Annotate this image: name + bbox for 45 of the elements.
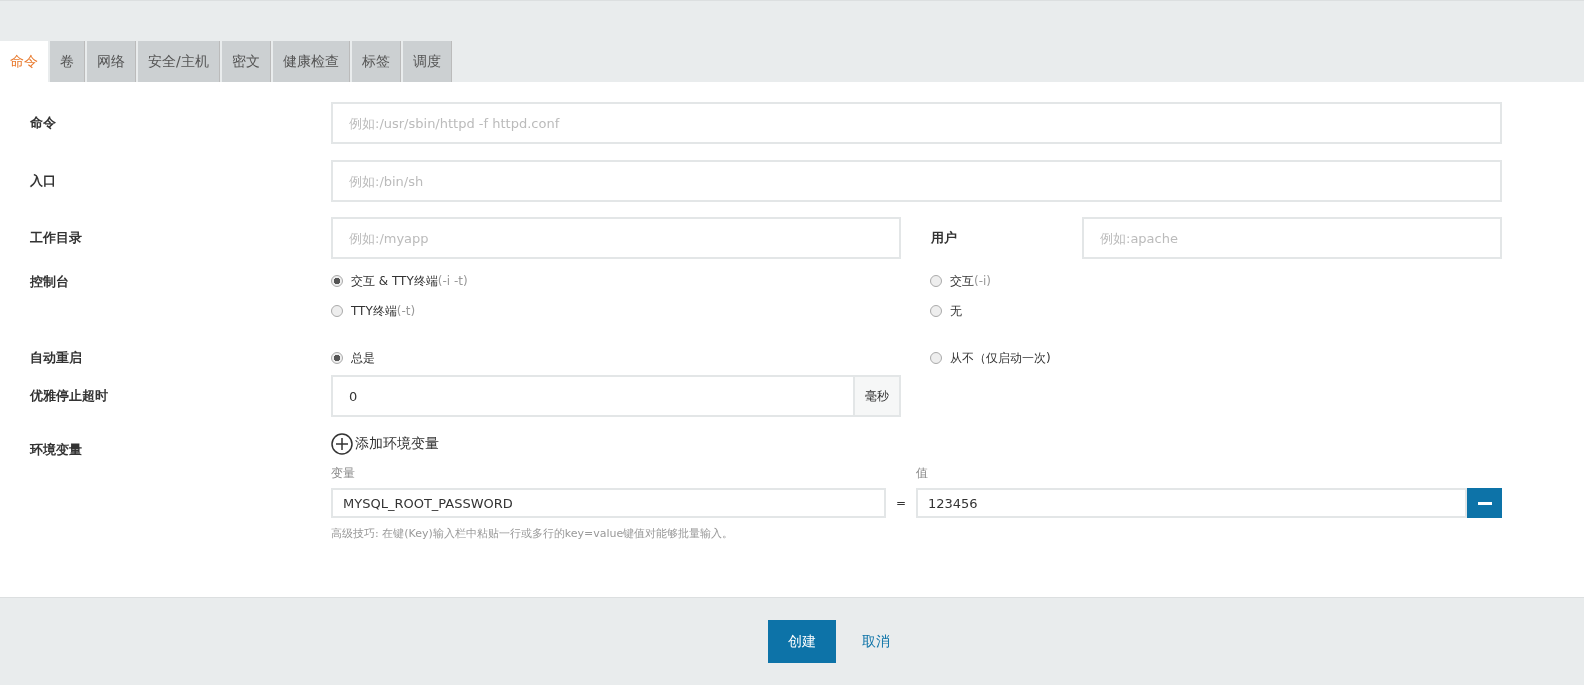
- radio-button[interactable]: [331, 305, 343, 317]
- field-label: 工作目录: [30, 229, 83, 247]
- input-field[interactable]: 123456: [916, 488, 1467, 518]
- radio-button[interactable]: [930, 275, 942, 287]
- field-label: 入口: [30, 172, 57, 190]
- unit-addon: 毫秒: [853, 375, 901, 417]
- radio-button[interactable]: [930, 305, 942, 317]
- tab[interactable]: 卷: [50, 41, 85, 82]
- field-label: 命令: [30, 114, 57, 132]
- remove-button[interactable]: [1467, 488, 1502, 518]
- tab[interactable]: 健康检查: [272, 41, 350, 82]
- column-header: 值: [916, 465, 928, 482]
- radio-button[interactable]: [331, 275, 343, 287]
- tab[interactable]: 安全/主机: [138, 41, 220, 82]
- input-field[interactable]: 例如:/myapp: [331, 217, 901, 259]
- column-header: 变量: [331, 465, 356, 482]
- equals-sign: =: [894, 496, 908, 510]
- field-label: 环境变量: [30, 441, 83, 459]
- radio-label: 交互(-i): [950, 272, 992, 290]
- tab[interactable]: 密文: [221, 41, 271, 82]
- tab[interactable]: 命令: [0, 41, 48, 82]
- input-field[interactable]: 例如:/bin/sh: [331, 160, 1502, 202]
- tab[interactable]: 网络: [87, 41, 136, 82]
- input-field[interactable]: MYSQL_ROOT_PASSWORD: [331, 488, 886, 518]
- tab[interactable]: 标签: [351, 41, 401, 82]
- radio-label: 交互 & TTY终端(-i -t): [351, 272, 468, 290]
- radio-button[interactable]: [331, 352, 343, 364]
- radio-label: 无: [950, 302, 962, 320]
- radio-button[interactable]: [930, 352, 942, 364]
- field-label: 用户: [931, 229, 958, 247]
- input-field[interactable]: 例如:/usr/sbin/httpd -f httpd.conf: [331, 102, 1502, 144]
- plus-circle-icon: [331, 433, 353, 455]
- field-label: 控制台: [30, 273, 70, 291]
- input-field[interactable]: 0: [331, 375, 853, 417]
- field-label: 自动重启: [30, 349, 83, 367]
- field-label: 优雅停止超时: [30, 387, 109, 405]
- create-button[interactable]: 创建: [768, 620, 836, 663]
- tab[interactable]: 调度: [402, 41, 452, 82]
- input-field[interactable]: 例如:apache: [1082, 217, 1502, 259]
- help-text: 高级技巧: 在键(Key)输入栏中粘贴一行或多行的key=value键值对能够批量输入。: [331, 526, 735, 541]
- radio-label: 从不（仅启动一次): [950, 349, 1051, 367]
- radio-label: 总是: [351, 349, 375, 367]
- add-env-button[interactable]: 添加环境变量: [331, 433, 439, 455]
- radio-label: TTY终端(-t): [351, 302, 416, 320]
- cancel-link[interactable]: 取消: [856, 631, 896, 652]
